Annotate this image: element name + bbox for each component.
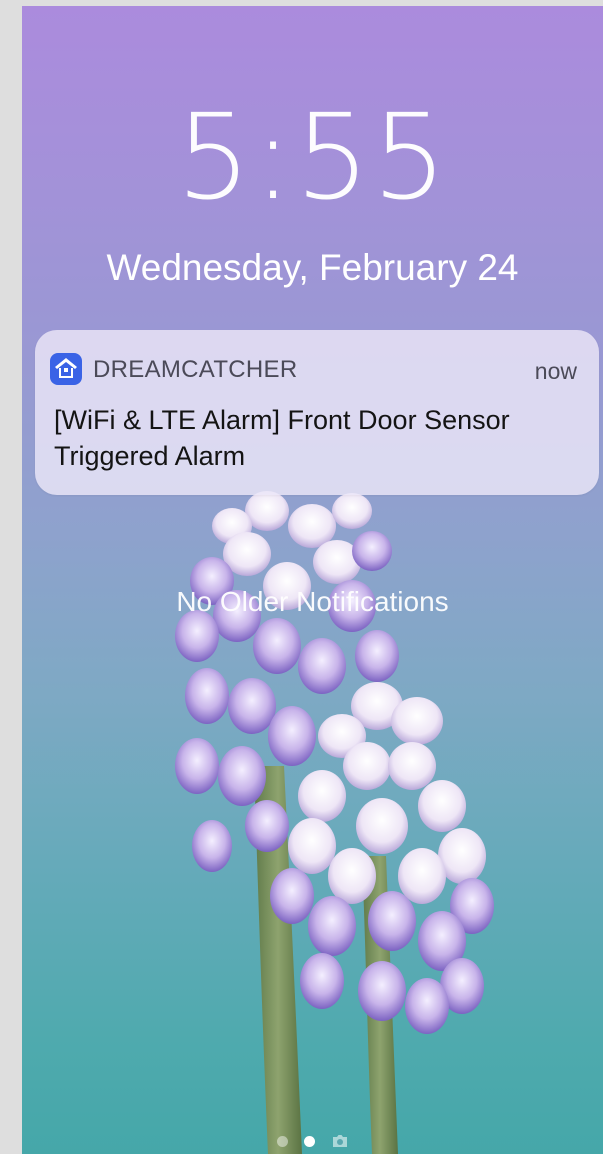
house-icon: [50, 353, 82, 385]
lockscreen-clock: 5:55: [176, 88, 449, 226]
page-indicator[interactable]: [22, 1130, 603, 1152]
notification-time: now: [534, 358, 577, 384]
lockscreen-date: Wednesday, February 24: [106, 247, 519, 288]
lock-screen[interactable]: 5:55 Wednesday, February 24 DREAMCATCHER…: [22, 6, 603, 1154]
no-older-notifications-label: No Older Notifications: [176, 586, 449, 617]
page-dot[interactable]: [276, 1135, 288, 1147]
device-frame: 5:55 Wednesday, February 24 DREAMCATCHER…: [0, 0, 603, 1154]
notification-card[interactable]: DREAMCATCHER now [WiFi & LTE Alarm] Fron…: [35, 330, 599, 495]
notification-body: [WiFi & LTE Alarm] Front Door Sensor Tri…: [54, 405, 510, 471]
notification-app-name: DREAMCATCHER: [93, 356, 298, 383]
camera-icon[interactable]: [331, 1134, 349, 1148]
page-dot-active[interactable]: [303, 1135, 315, 1147]
